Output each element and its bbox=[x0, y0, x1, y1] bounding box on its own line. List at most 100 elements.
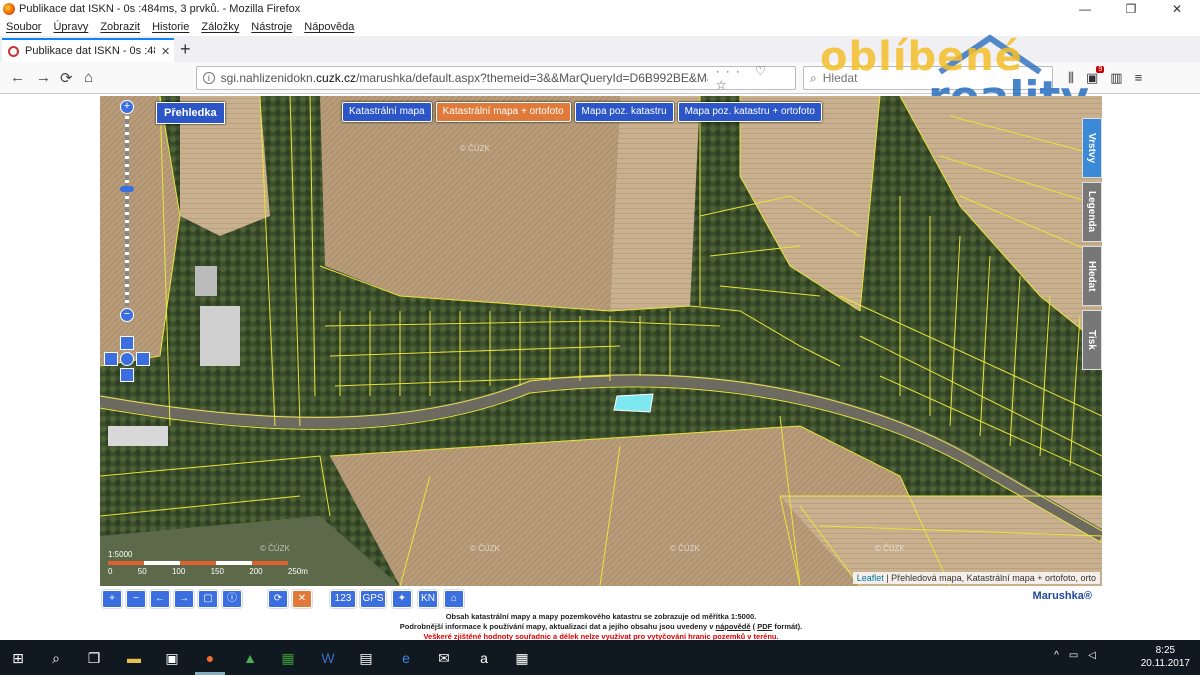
measure-tool[interactable]: ✦ bbox=[392, 590, 412, 608]
copyright-mark: © ČÚZK bbox=[470, 544, 501, 553]
tab-hledat[interactable]: Hledat bbox=[1082, 246, 1102, 306]
help-link[interactable]: nápovědě bbox=[716, 622, 751, 631]
close-window-button[interactable]: ✕ bbox=[1154, 0, 1200, 18]
menu-napoveda[interactable]: Nápověda bbox=[298, 21, 360, 33]
excel-icon[interactable]: ▦ bbox=[278, 648, 298, 668]
info-icon[interactable]: i bbox=[203, 72, 215, 84]
layer-switcher: Katastrální mapa Katastrální mapa + orto… bbox=[342, 102, 822, 122]
zoom-out-tool[interactable]: − bbox=[126, 590, 146, 608]
layer-katastralni-mapa[interactable]: Katastrální mapa bbox=[342, 102, 432, 122]
tab-legenda[interactable]: Legenda bbox=[1082, 182, 1102, 242]
file-explorer-icon[interactable]: ▬ bbox=[124, 648, 144, 668]
menu-nastroje[interactable]: Nástroje bbox=[245, 21, 298, 33]
tab-close-icon[interactable]: ✕ bbox=[161, 45, 170, 58]
page-actions-icon[interactable]: ··· ♡ ☆ bbox=[716, 64, 795, 92]
calculator-icon[interactable]: ▤ bbox=[356, 648, 376, 668]
windows-taskbar: ⊞ ⌕ ❐ ▬ ▣ ● ▲ ▦ W ▤ e ✉ a ▦ ^ ▭ ◁ 8:25 2… bbox=[0, 640, 1200, 675]
system-clock[interactable]: 8:25 20.11.2017 bbox=[1141, 644, 1190, 670]
clear-tool[interactable]: ✕ bbox=[292, 590, 312, 608]
pan-control bbox=[104, 336, 150, 382]
word-icon[interactable]: W bbox=[318, 648, 338, 668]
forward-arrow-icon[interactable]: → bbox=[36, 69, 51, 86]
home-icon[interactable]: ⌂ bbox=[84, 69, 93, 86]
menu-zobrazit[interactable]: Zobrazit bbox=[94, 21, 146, 33]
zoom-control: + − bbox=[118, 100, 136, 322]
pan-right-icon[interactable] bbox=[136, 352, 150, 366]
menu-upravy[interactable]: Úpravy bbox=[47, 21, 94, 33]
zoom-in-tool[interactable]: + bbox=[102, 590, 122, 608]
back-arrow-icon[interactable]: ← bbox=[10, 69, 25, 86]
scale-label: 1:5000 bbox=[108, 550, 133, 559]
menu-bar: Soubor Úpravy Zobrazit Historie Záložky … bbox=[0, 18, 1200, 36]
zoom-in-button[interactable]: + bbox=[120, 100, 134, 114]
cadastral-map-image[interactable]: © ČÚZK © ČÚZK © ČÚZK © ČÚZK © ČÚZK bbox=[100, 96, 1102, 586]
tab-iskn[interactable]: Publikace dat ISKN - 0s :484ms ✕ bbox=[2, 38, 174, 62]
reload-icon[interactable]: ⟳ bbox=[60, 69, 73, 87]
volume-icon[interactable]: ◁ bbox=[1088, 650, 1096, 661]
menu-icon[interactable]: ≡ bbox=[1135, 70, 1143, 86]
menu-soubor[interactable]: Soubor bbox=[0, 21, 47, 33]
store-icon[interactable]: ▣ bbox=[162, 648, 182, 668]
scale-bar: 1:5000 0 50 100 150 200 250m bbox=[108, 550, 308, 576]
tab-vrstvy[interactable]: Vrstvy bbox=[1082, 118, 1102, 178]
pan-up-icon[interactable] bbox=[120, 336, 134, 350]
search-taskbar-icon[interactable]: ⌕ bbox=[46, 648, 66, 668]
zoom-slider-handle[interactable] bbox=[120, 186, 134, 192]
search-input[interactable] bbox=[822, 71, 1023, 85]
search-bar[interactable]: ⌕ bbox=[803, 66, 1053, 90]
cart-tool[interactable]: ⌂ bbox=[444, 590, 464, 608]
pan-center-icon[interactable] bbox=[120, 352, 134, 366]
tab-bar: Publikace dat ISKN - 0s :484ms ✕ + bbox=[0, 36, 1200, 62]
tray-chevron-icon[interactable]: ^ bbox=[1054, 650, 1059, 661]
zoom-box-tool[interactable]: ▢ bbox=[198, 590, 218, 608]
forward-tool[interactable]: → bbox=[174, 590, 194, 608]
url-bar[interactable]: i sgi.nahlizenidokn.cuzk.cz/marushka/def… bbox=[196, 64, 796, 92]
task-view-icon[interactable]: ❐ bbox=[84, 648, 104, 668]
layer-mapa-poz-ortofoto[interactable]: Mapa poz. katastru + ortofoto bbox=[677, 102, 822, 122]
info-tool[interactable]: ⓘ bbox=[222, 590, 242, 608]
amazon-icon[interactable]: a bbox=[474, 648, 494, 668]
windows-start-icon[interactable]: ⊞ bbox=[8, 648, 28, 668]
library-icon[interactable]: ⫼ bbox=[1068, 70, 1074, 86]
gps-tool[interactable]: GPS bbox=[360, 590, 386, 608]
layer-katastralni-ortofoto[interactable]: Katastrální mapa + ortofoto bbox=[435, 102, 571, 122]
map-toolbar: + − ← → ▢ ⓘ ⟳ ✕ 123 GPS ✦ KN ⌂ Marushka® bbox=[100, 590, 1102, 610]
refresh-tool[interactable]: ⟳ bbox=[268, 590, 288, 608]
window-titlebar: Publikace dat ISKN - 0s :484ms, 3 prvků.… bbox=[0, 0, 1200, 18]
network-icon[interactable]: ▭ bbox=[1069, 650, 1078, 661]
url-text[interactable]: sgi.nahlizenidokn.cuzk.cz/marushka/defau… bbox=[221, 71, 708, 85]
addon-icon[interactable]: ▣ 9 bbox=[1086, 66, 1105, 86]
maximize-button[interactable]: ❐ bbox=[1108, 0, 1154, 18]
kn-tool[interactable]: KN bbox=[418, 590, 438, 608]
leaflet-link[interactable]: Leaflet bbox=[857, 573, 884, 583]
map-viewport[interactable]: © ČÚZK © ČÚZK © ČÚZK © ČÚZK © ČÚZK Přehl… bbox=[100, 96, 1102, 586]
pdf-link[interactable]: PDF bbox=[757, 622, 772, 631]
cuzk-favicon-icon bbox=[8, 45, 19, 57]
calendar-icon[interactable]: ▦ bbox=[512, 648, 532, 668]
map-attribution: Leaflet | Přehledová mapa, Katastrální m… bbox=[852, 572, 1100, 584]
side-panel-tabs: Vrstvy Legenda Hledat Tisk bbox=[1082, 118, 1102, 374]
pan-down-icon[interactable] bbox=[120, 368, 134, 382]
coordinates-tool[interactable]: 123 bbox=[330, 590, 356, 608]
mail-icon[interactable]: ✉ bbox=[434, 648, 454, 668]
search-icon: ⌕ bbox=[810, 70, 817, 85]
tab-tisk[interactable]: Tisk bbox=[1082, 310, 1102, 370]
copyright-mark: © ČÚZK bbox=[875, 544, 906, 553]
menu-historie[interactable]: Historie bbox=[146, 21, 195, 33]
sidebar-icon[interactable]: ▥ bbox=[1110, 70, 1122, 86]
overview-button[interactable]: Přehledka bbox=[156, 102, 225, 124]
zoom-slider[interactable] bbox=[125, 116, 129, 306]
edge-icon[interactable]: e bbox=[396, 648, 416, 668]
zoom-out-button[interactable]: − bbox=[120, 308, 134, 322]
pan-left-icon[interactable] bbox=[104, 352, 118, 366]
firefox-icon bbox=[3, 3, 15, 15]
new-tab-button[interactable]: + bbox=[180, 39, 191, 59]
menu-zalozky[interactable]: Záložky bbox=[195, 21, 245, 33]
window-title: Publikace dat ISKN - 0s :484ms, 3 prvků.… bbox=[19, 3, 301, 15]
back-tool[interactable]: ← bbox=[150, 590, 170, 608]
layer-mapa-poz-katastru[interactable]: Mapa poz. katastru bbox=[574, 102, 674, 122]
firefox-taskbar-icon[interactable]: ● bbox=[200, 648, 220, 668]
navigation-bar: ← → ⟳ ⌂ i sgi.nahlizenidokn.cuzk.cz/maru… bbox=[0, 62, 1200, 94]
minimize-button[interactable]: — bbox=[1062, 0, 1108, 18]
app-icon[interactable]: ▲ bbox=[240, 648, 260, 668]
